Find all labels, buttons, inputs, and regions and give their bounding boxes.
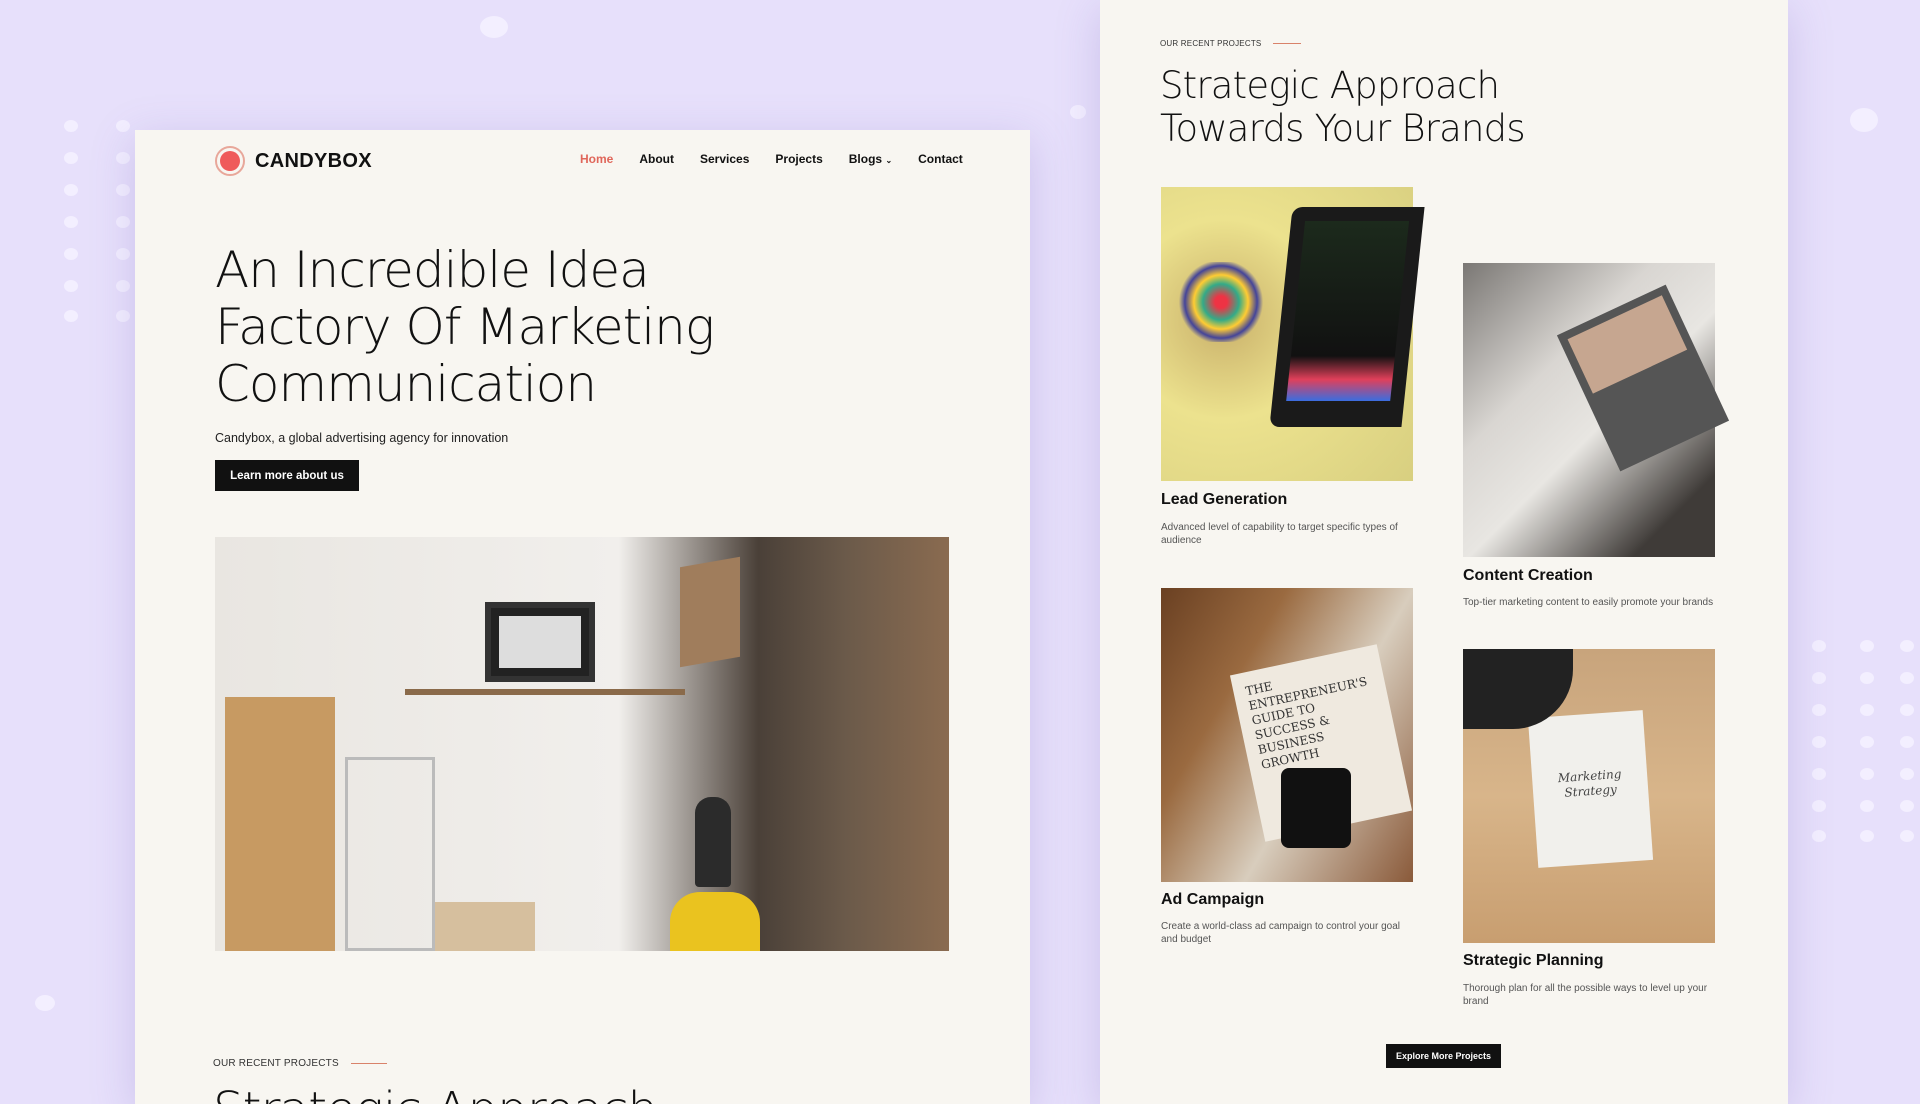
nav-contact[interactable]: Contact — [918, 152, 963, 166]
project-description: Thorough plan for all the possible ways … — [1463, 983, 1708, 1007]
nav-services[interactable]: Services — [700, 152, 749, 166]
logo[interactable]: CANDYBOX — [215, 146, 372, 176]
nav-projects[interactable]: Projects — [775, 152, 822, 166]
logo-icon — [215, 146, 245, 176]
strategic-planning-image[interactable]: Marketing Strategy — [1463, 649, 1715, 943]
projects-label: OUR RECENT PROJECTS — [1160, 39, 1302, 48]
bottom-section-heading: Strategic Approach — [213, 1082, 658, 1104]
project-description: Create a world-class ad campaign to cont… — [1161, 921, 1401, 945]
main-nav: Home About Services Projects Blogs ⌄ Con… — [580, 152, 963, 166]
heading-line: Strategic Approach — [1160, 64, 1500, 107]
hero-title: An Incredible Idea Factory Of Marketing … — [215, 242, 775, 413]
project-description: Top-tier marketing content to easily pro… — [1463, 597, 1714, 608]
nav-blogs-label: Blogs — [848, 152, 883, 166]
project-title[interactable]: Content Creation — [1463, 567, 1723, 585]
hero-title-line: Communication — [215, 355, 597, 413]
bottom-section-label: OUR RECENT PROJECTS — [213, 1058, 387, 1069]
nav-about[interactable]: About — [639, 152, 674, 166]
paper-text: Marketing Strategy — [1527, 710, 1654, 868]
content-creation-image[interactable] — [1463, 263, 1730, 557]
homepage-preview: CANDYBOX Home About Services Projects Bl… — [135, 130, 1030, 1104]
project-title[interactable]: Ad Campaign — [1161, 891, 1421, 909]
lead-generation-image[interactable] — [1161, 187, 1425, 481]
chevron-down-icon: ⌄ — [885, 156, 893, 165]
nav-blogs[interactable]: Blogs ⌄ — [849, 152, 892, 166]
projects-heading: Strategic Approach Towards Your Brands — [1160, 64, 1526, 150]
ad-campaign-image[interactable]: THE ENTREPRENEUR'S GUIDE TO SUCCESS & BU… — [1161, 588, 1413, 882]
label-line — [350, 1062, 387, 1065]
hero-subtitle: Candybox, a global advertising agency fo… — [215, 431, 509, 445]
project-description: Advanced level of capability to target s… — [1161, 522, 1398, 546]
section-label-text: OUR RECENT PROJECTS — [1160, 39, 1262, 48]
brand-name: CANDYBOX — [255, 149, 372, 172]
learn-more-button[interactable]: Learn more about us — [215, 460, 359, 491]
section-label-text: OUR RECENT PROJECTS — [213, 1058, 339, 1069]
project-title[interactable]: Strategic Planning — [1463, 952, 1723, 970]
hero-title-line: An Incredible Idea — [215, 241, 650, 299]
nav-home[interactable]: Home — [580, 152, 613, 166]
heading-line: Towards Your Brands — [1160, 107, 1526, 150]
projects-preview: OUR RECENT PROJECTS Strategic Approach T… — [1100, 0, 1788, 1104]
project-title[interactable]: Lead Generation — [1161, 491, 1421, 509]
explore-more-projects-button[interactable]: Explore More Projects — [1386, 1044, 1501, 1068]
hero-office-image — [215, 537, 949, 951]
label-line — [1273, 42, 1302, 45]
hero-title-line: Factory Of Marketing — [215, 298, 715, 356]
